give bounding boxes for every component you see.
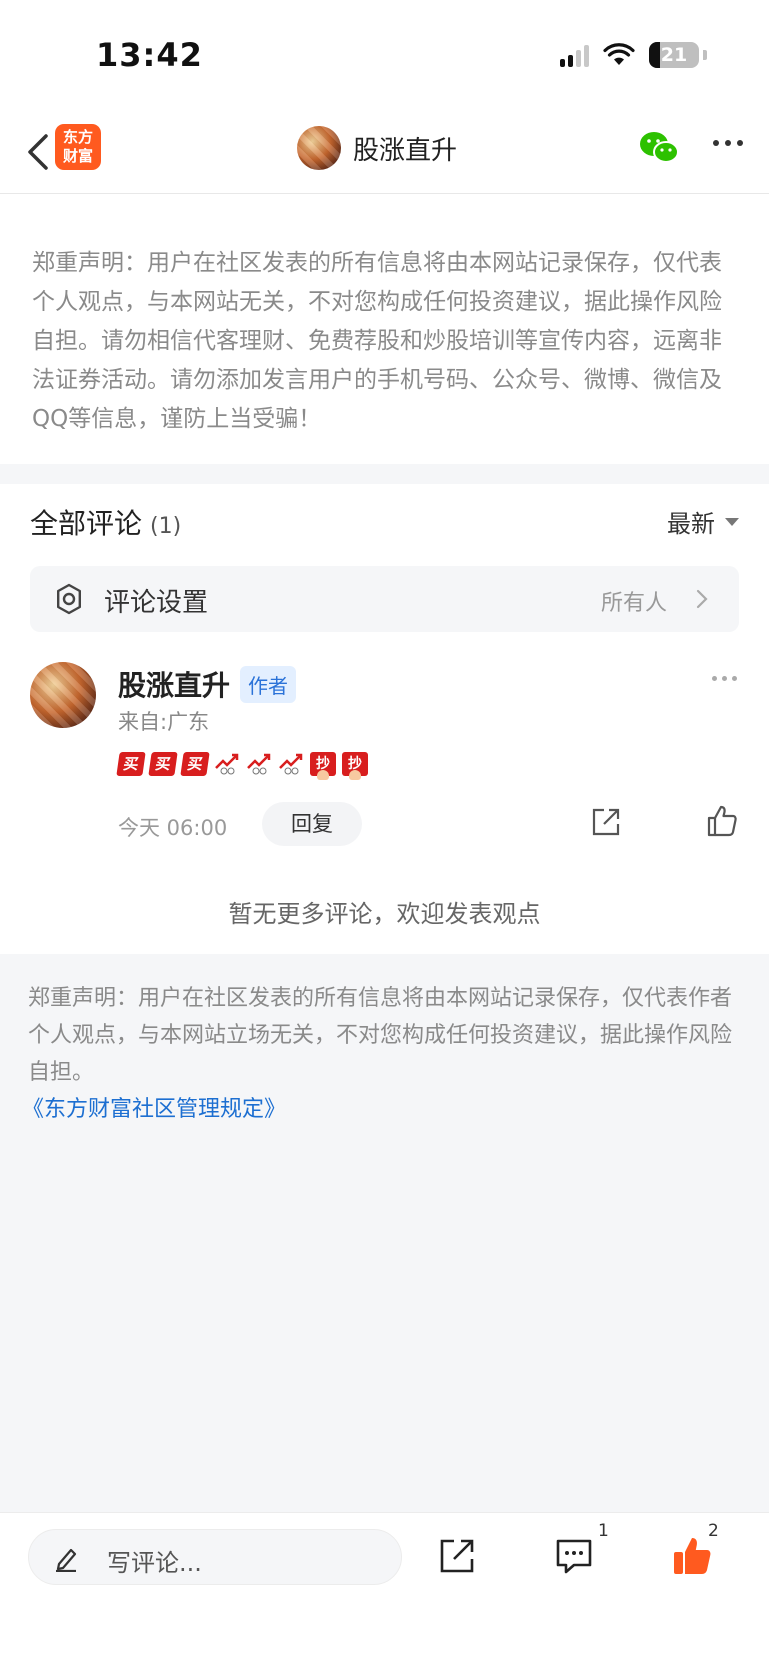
- buy-emoji: 买: [180, 752, 210, 776]
- rising-eyes-emoji: [215, 753, 239, 775]
- bottom-action-bar: 写评论... 1 2: [0, 1512, 769, 1665]
- rising-eyes-emoji: [247, 753, 271, 775]
- comment-input[interactable]: 写评论...: [28, 1529, 402, 1585]
- comment-more-icon[interactable]: [712, 676, 737, 681]
- thumbs-up-icon[interactable]: [672, 1535, 712, 1577]
- comments-count: (1): [150, 514, 182, 539]
- comment-settings-row[interactable]: 评论设置 所有人: [30, 566, 739, 632]
- author-badge: 作者: [240, 666, 296, 703]
- nav-bar: 东方 财富 股涨直升: [0, 110, 769, 194]
- comment-settings-value: 所有人: [600, 591, 667, 616]
- gear-icon: [57, 583, 81, 615]
- pencil-icon: [56, 1548, 77, 1572]
- nav-author[interactable]: 股涨直升: [297, 126, 457, 170]
- comment-item: 股涨直升 作者 来自:广东 买 买 买 抄 抄 今天 06:00 回复: [30, 662, 739, 862]
- comment-input-placeholder: 写评论...: [107, 1549, 202, 1577]
- comment-avatar[interactable]: [30, 662, 96, 728]
- disclaimer-top: 郑重声明：用户在社区发表的所有信息将由本网站记录保存，仅代表个人观点，与本网站无…: [0, 194, 769, 464]
- comment-location: 来自:广东: [118, 710, 210, 734]
- disclaimer-bottom: 郑重声明：用户在社区发表的所有信息将由本网站记录保存，仅代表作者个人观点，与本网…: [0, 954, 769, 1128]
- sort-dropdown[interactable]: 最新: [667, 504, 739, 539]
- battery-icon: 21: [649, 42, 699, 68]
- caret-down-icon: [725, 517, 739, 526]
- status-bar: 13:42 21: [0, 0, 769, 110]
- rising-eyes-emoji: [279, 753, 303, 775]
- share-icon[interactable]: [590, 806, 622, 838]
- status-time: 13:42: [96, 36, 203, 74]
- reply-button[interactable]: 回复: [262, 802, 362, 846]
- like-count-badge: 2: [708, 1521, 719, 1541]
- battery-level: 21: [660, 44, 688, 66]
- app-logo[interactable]: 东方 财富: [55, 124, 101, 170]
- avatar[interactable]: [297, 126, 341, 170]
- comment-count-badge: 1: [598, 1521, 609, 1541]
- grab-emoji: 抄: [342, 752, 368, 780]
- community-rules-link[interactable]: 《东方财富社区管理规定》: [22, 1091, 739, 1128]
- more-options-icon[interactable]: [713, 140, 743, 146]
- wechat-share-icon[interactable]: [638, 130, 680, 166]
- share-icon[interactable]: [438, 1537, 476, 1575]
- comments-section: 全部评论 (1) 最新 评论设置 所有人 股涨直升 作者 来自:广东 买 买 买: [0, 484, 769, 954]
- grab-emoji: 抄: [310, 752, 336, 780]
- comment-time: 今天 06:00: [118, 816, 228, 840]
- chevron-right-icon: [696, 589, 708, 609]
- cellular-signal-icon: [560, 43, 589, 67]
- like-icon[interactable]: [706, 804, 738, 838]
- comment-content: 买 买 买 抄 抄: [116, 752, 368, 780]
- sort-label: 最新: [667, 510, 715, 538]
- page-title: 股涨直升: [353, 135, 458, 166]
- disclaimer-bottom-text: 郑重声明：用户在社区发表的所有信息将由本网站记录保存，仅代表作者个人观点，与本网…: [28, 986, 733, 1085]
- buy-emoji: 买: [116, 752, 146, 776]
- status-icons: 21: [560, 42, 707, 68]
- comment-settings-label: 评论设置: [104, 588, 209, 618]
- comment-icon[interactable]: [554, 1537, 594, 1575]
- disclaimer-top-text: 郑重声明：用户在社区发表的所有信息将由本网站记录保存，仅代表个人观点，与本网站无…: [32, 250, 722, 432]
- buy-emoji: 买: [148, 752, 178, 776]
- wifi-icon: [603, 43, 635, 65]
- logo-line-2: 财富: [62, 147, 93, 165]
- comments-header: 全部评论 (1): [30, 502, 181, 542]
- comments-title: 全部评论: [30, 507, 143, 540]
- comment-author-name[interactable]: 股涨直升: [118, 664, 230, 704]
- battery-cap: [703, 50, 707, 60]
- no-more-comments: 暂无更多评论，欢迎发表观点: [228, 900, 541, 928]
- logo-line-1: 东方: [62, 128, 93, 146]
